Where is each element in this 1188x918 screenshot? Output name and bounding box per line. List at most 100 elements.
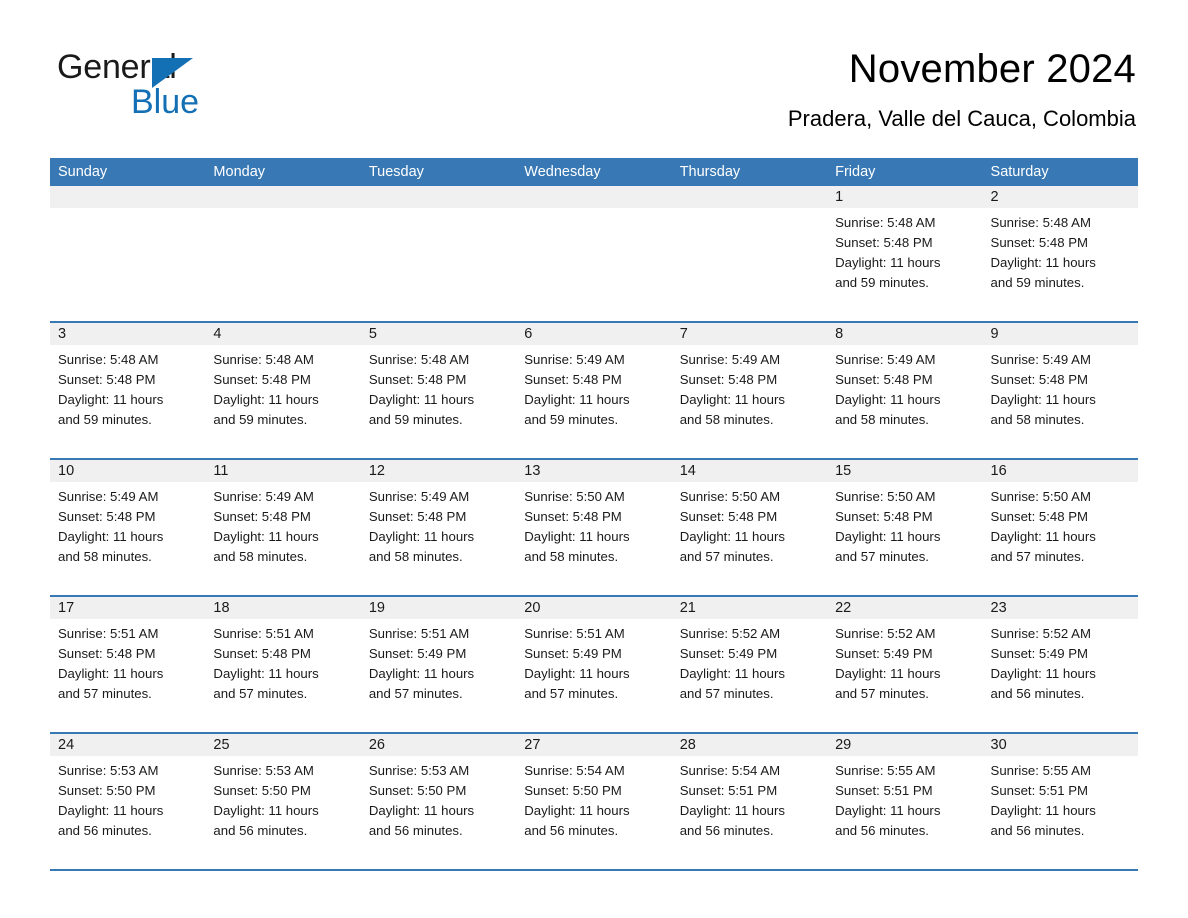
daylight-line-1: Daylight: 11 hours [58, 666, 164, 681]
weekday-header-row: Sunday Monday Tuesday Wednesday Thursday… [50, 158, 1138, 186]
daylight-line-2: and 58 minutes. [679, 412, 774, 427]
sunset-line: Sunset: 5:48 PM [990, 509, 1089, 524]
day-number: 22 [835, 600, 852, 616]
day-details: Sunrise: 5:51 AM Sunset: 5:48 PM Daylight:… [205, 619, 360, 704]
day-cell[interactable]: 6 Sunrise: 5:49 AM Sunset: 5:48 PM Daylight… [516, 323, 672, 456]
weekday-label: Sunday [58, 164, 108, 180]
day-cell[interactable]: 13 Sunrise: 5:50 AM Sunset: 5:48 PM Dayligh… [516, 460, 672, 593]
day-cell[interactable] [50, 186, 206, 319]
sunset-line: Sunset: 5:50 PM [524, 783, 622, 798]
day-number: 26 [368, 737, 385, 753]
sunrise-line: Sunrise: 5:50 AM [524, 489, 625, 504]
day-cell[interactable]: 8 Sunrise: 5:49 AM Sunset: 5:48 PM Daylight… [827, 323, 983, 456]
day-cell[interactable]: 27 Sunrise: 5:54 AM Sunset: 5:50 PM Dayligh… [516, 734, 672, 867]
day-cell[interactable]: 21 Sunrise: 5:52 AM Sunset: 5:49 PM Dayligh… [671, 597, 828, 730]
day-cell[interactable]: 26 Sunrise: 5:53 AM Sunset: 5:50 PM Dayligh… [360, 734, 517, 867]
day-cell[interactable] [671, 186, 828, 319]
daylight-line-1: Daylight: 11 hours [58, 529, 164, 544]
day-cell[interactable]: 10 Sunrise: 5:49 AM Sunset: 5:48 PM Dayligh… [50, 460, 206, 593]
day-cell[interactable]: 28 Sunrise: 5:54 AM Sunset: 5:51 PM Dayligh… [671, 734, 828, 867]
day-cell[interactable]: 23 Sunrise: 5:52 AM Sunset: 5:49 PM Dayligh… [982, 597, 1138, 730]
sunset-line: Sunset: 5:48 PM [213, 372, 311, 387]
day-cell[interactable]: 20 Sunrise: 5:51 AM Sunset: 5:49 PM Dayligh… [516, 597, 672, 730]
day-cell[interactable] [360, 186, 517, 319]
daylight-line-2: and 57 minutes. [368, 686, 463, 701]
day-details: Sunrise: 5:48 AM Sunset: 5:48 PM Daylight:… [361, 345, 516, 430]
day-cell[interactable] [205, 186, 361, 319]
day-cell[interactable]: 4 Sunrise: 5:48 AM Sunset: 5:48 PM Daylight… [205, 323, 361, 456]
sunset-line: Sunset: 5:48 PM [835, 372, 933, 387]
weekday-header-thursday: Thursday [672, 158, 827, 186]
day-cell[interactable]: 1 Sunrise: 5:48 AM Sunset: 5:48 PM Daylight… [827, 186, 983, 319]
day-cell[interactable]: 12 Sunrise: 5:49 AM Sunset: 5:48 PM Dayligh… [360, 460, 517, 593]
day-details: Sunrise: 5:48 AM Sunset: 5:48 PM Daylight:… [983, 208, 1138, 293]
weekday-header-monday: Monday [205, 158, 360, 186]
day-cell[interactable]: 24 Sunrise: 5:53 AM Sunset: 5:50 PM Dayligh… [50, 734, 206, 867]
day-cell[interactable] [516, 186, 672, 319]
day-cell[interactable]: 9 Sunrise: 5:49 AM Sunset: 5:48 PM Daylight… [982, 323, 1138, 456]
page-header: General Blue November 2024 Pradera, Vall… [0, 0, 1188, 158]
sunrise-line: Sunrise: 5:54 AM [524, 763, 625, 778]
day-details: Sunrise: 5:51 AM Sunset: 5:48 PM Daylight:… [50, 619, 205, 704]
sunset-line: Sunset: 5:49 PM [990, 646, 1089, 661]
day-number-strip: 28 [671, 734, 828, 756]
day-cell[interactable]: 11 Sunrise: 5:49 AM Sunset: 5:48 PM Dayligh… [205, 460, 361, 593]
day-cell[interactable]: 16 Sunrise: 5:50 AM Sunset: 5:48 PM Dayligh… [982, 460, 1138, 593]
sunrise-line: Sunrise: 5:52 AM [835, 626, 936, 641]
sunset-line: Sunset: 5:49 PM [679, 646, 778, 661]
sunrise-line: Sunrise: 5:52 AM [990, 626, 1091, 641]
weekday-header-tuesday: Tuesday [361, 158, 516, 186]
daylight-line-1: Daylight: 11 hours [524, 803, 630, 818]
day-details: Sunrise: 5:53 AM Sunset: 5:50 PM Daylight:… [361, 756, 516, 841]
day-cell[interactable]: 25 Sunrise: 5:53 AM Sunset: 5:50 PM Dayligh… [205, 734, 361, 867]
sunrise-line: Sunrise: 5:53 AM [58, 763, 159, 778]
day-number-strip: 2 [982, 186, 1138, 208]
sunset-line: Sunset: 5:48 PM [58, 646, 156, 661]
day-number-strip: 29 [827, 734, 983, 756]
day-number: 20 [524, 600, 541, 616]
day-cell[interactable]: 5 Sunrise: 5:48 AM Sunset: 5:48 PM Daylight… [360, 323, 517, 456]
general-blue-logo[interactable]: General Blue [57, 50, 317, 122]
day-details [516, 208, 671, 213]
daylight-line-1: Daylight: 11 hours [524, 529, 630, 544]
day-number: 28 [679, 737, 696, 753]
day-details: Sunrise: 5:54 AM Sunset: 5:51 PM Daylight:… [672, 756, 827, 841]
daylight-line-2: and 56 minutes. [679, 823, 774, 838]
day-cell[interactable]: 29 Sunrise: 5:55 AM Sunset: 5:51 PM Dayligh… [827, 734, 983, 867]
day-number-strip [671, 186, 828, 208]
day-details: Sunrise: 5:49 AM Sunset: 5:48 PM Daylight:… [672, 345, 827, 430]
day-details: Sunrise: 5:48 AM Sunset: 5:48 PM Daylight:… [50, 345, 205, 430]
day-number: 11 [213, 463, 229, 479]
day-cell[interactable]: 7 Sunrise: 5:49 AM Sunset: 5:48 PM Daylight… [671, 323, 828, 456]
daylight-line-2: and 57 minutes. [679, 549, 774, 564]
day-details: Sunrise: 5:52 AM Sunset: 5:49 PM Daylight:… [827, 619, 982, 704]
day-cell[interactable]: 15 Sunrise: 5:50 AM Sunset: 5:48 PM Dayligh… [827, 460, 983, 593]
sunrise-line: Sunrise: 5:48 AM [213, 352, 314, 367]
day-number-strip: 17 [50, 597, 206, 619]
day-number-strip: 7 [671, 323, 828, 345]
day-cell[interactable]: 30 Sunrise: 5:55 AM Sunset: 5:51 PM Dayligh… [982, 734, 1138, 867]
day-number-strip: 24 [50, 734, 206, 756]
day-number: 23 [990, 600, 1007, 616]
day-cell[interactable]: 3 Sunrise: 5:48 AM Sunset: 5:48 PM Daylight… [50, 323, 206, 456]
day-number-strip: 23 [982, 597, 1138, 619]
day-cell[interactable]: 2 Sunrise: 5:48 AM Sunset: 5:48 PM Daylight… [982, 186, 1138, 319]
day-cell[interactable]: 22 Sunrise: 5:52 AM Sunset: 5:49 PM Dayligh… [827, 597, 983, 730]
day-cell[interactable]: 14 Sunrise: 5:50 AM Sunset: 5:48 PM Dayligh… [671, 460, 828, 593]
daylight-line-1: Daylight: 11 hours [679, 666, 785, 681]
sunset-line: Sunset: 5:48 PM [368, 372, 467, 387]
day-cell[interactable]: 18 Sunrise: 5:51 AM Sunset: 5:48 PM Dayligh… [205, 597, 361, 730]
day-details: Sunrise: 5:48 AM Sunset: 5:48 PM Daylight:… [827, 208, 982, 293]
daylight-line-1: Daylight: 11 hours [524, 392, 630, 407]
daylight-line-2: and 59 minutes. [524, 412, 619, 427]
weekday-label: Thursday [679, 164, 741, 180]
weekday-header-saturday: Saturday [983, 158, 1138, 186]
day-number: 4 [213, 326, 222, 342]
day-number: 16 [990, 463, 1007, 479]
day-cell[interactable]: 17 Sunrise: 5:51 AM Sunset: 5:48 PM Dayligh… [50, 597, 206, 730]
sunset-line: Sunset: 5:48 PM [835, 235, 933, 250]
day-number: 10 [58, 463, 75, 479]
daylight-line-2: and 58 minutes. [835, 412, 929, 427]
day-number: 8 [835, 326, 844, 342]
day-cell[interactable]: 19 Sunrise: 5:51 AM Sunset: 5:49 PM Dayligh… [360, 597, 517, 730]
